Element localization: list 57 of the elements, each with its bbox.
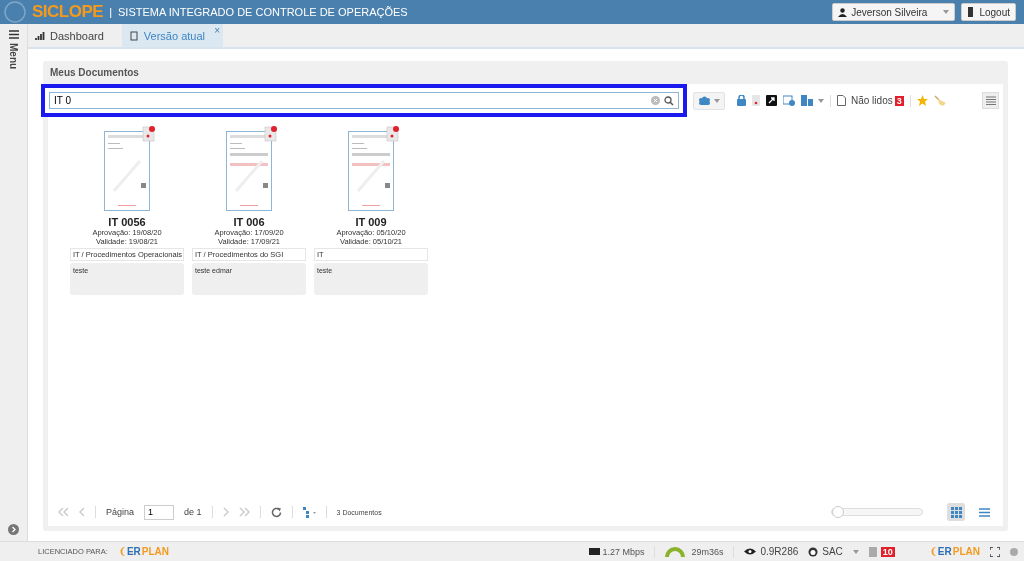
grid-icon <box>950 506 962 518</box>
app-subtitle: SISTEMA INTEGRADO DE CONTROLE DE OPERAÇÕES <box>118 6 408 18</box>
menu-icon[interactable] <box>8 30 19 39</box>
sac-button[interactable]: SAC <box>822 546 843 557</box>
brand-name: SICLOPE <box>32 2 104 22</box>
grid-view-button[interactable] <box>947 503 965 521</box>
group-dropdown[interactable] <box>693 91 725 110</box>
caret-icon <box>818 98 824 103</box>
session-time: 29m36s <box>691 546 724 557</box>
external-link-icon[interactable] <box>766 95 777 106</box>
network-speed: 1.27 Mbps <box>602 546 645 557</box>
tab[interactable]: Versão atual × <box>121 24 223 47</box>
bar-chart-icon <box>35 30 45 41</box>
search-field[interactable]: IT 0 <box>49 92 679 109</box>
logout-button[interactable]: Logout <box>961 3 1016 21</box>
caret-icon <box>943 10 950 14</box>
menu-label[interactable]: Menu <box>8 43 19 70</box>
page-field[interactable]: 1 <box>144 504 175 520</box>
list-icon <box>978 507 990 517</box>
user-menu-button[interactable]: Jeverson Silveira <box>832 3 956 21</box>
fullscreen-icon[interactable] <box>990 546 1000 557</box>
door-icon <box>967 7 976 17</box>
user-icon <box>838 7 848 17</box>
eye-icon <box>744 548 757 555</box>
panel-title: Meus Documentos <box>49 67 140 80</box>
tab[interactable]: Dashboard <box>28 24 122 47</box>
version-number: 0.9R286 <box>760 546 799 557</box>
page-total: de 1 <box>184 507 202 517</box>
building-icon[interactable] <box>801 95 824 106</box>
alert-count[interactable]: 10 <box>880 546 895 557</box>
separator: | <box>109 6 112 18</box>
erplan-logo: ERPLAN <box>928 546 980 557</box>
erplan-logo: ERPLAN <box>117 546 170 557</box>
document-icon <box>128 30 139 41</box>
document-code: IT 0056 <box>108 216 146 228</box>
refresh-icon[interactable] <box>270 506 282 518</box>
search-icon[interactable] <box>664 95 674 106</box>
caret-icon <box>852 549 859 554</box>
close-button[interactable]: × <box>214 25 220 36</box>
gauge-icon <box>665 546 686 557</box>
caret-icon <box>714 98 720 103</box>
list-menu-button[interactable] <box>982 92 999 109</box>
page-label: Página <box>106 507 135 517</box>
document-code: IT 006 <box>233 216 265 228</box>
document-icon[interactable] <box>868 546 877 557</box>
unread-button[interactable]: Não lidos 3 <box>837 95 904 106</box>
hierarchy-icon[interactable] <box>302 506 316 518</box>
status-dot-icon <box>1010 547 1018 556</box>
lock-icon[interactable] <box>737 95 746 106</box>
zoom-slider[interactable] <box>831 508 923 516</box>
star-icon[interactable] <box>916 95 928 106</box>
page-icon <box>837 95 846 106</box>
expand-icon[interactable] <box>8 524 19 535</box>
slider-thumb[interactable] <box>832 506 845 518</box>
document-code: IT 009 <box>355 216 387 228</box>
lines-icon <box>985 96 996 105</box>
unread-count: 3 <box>894 95 904 106</box>
